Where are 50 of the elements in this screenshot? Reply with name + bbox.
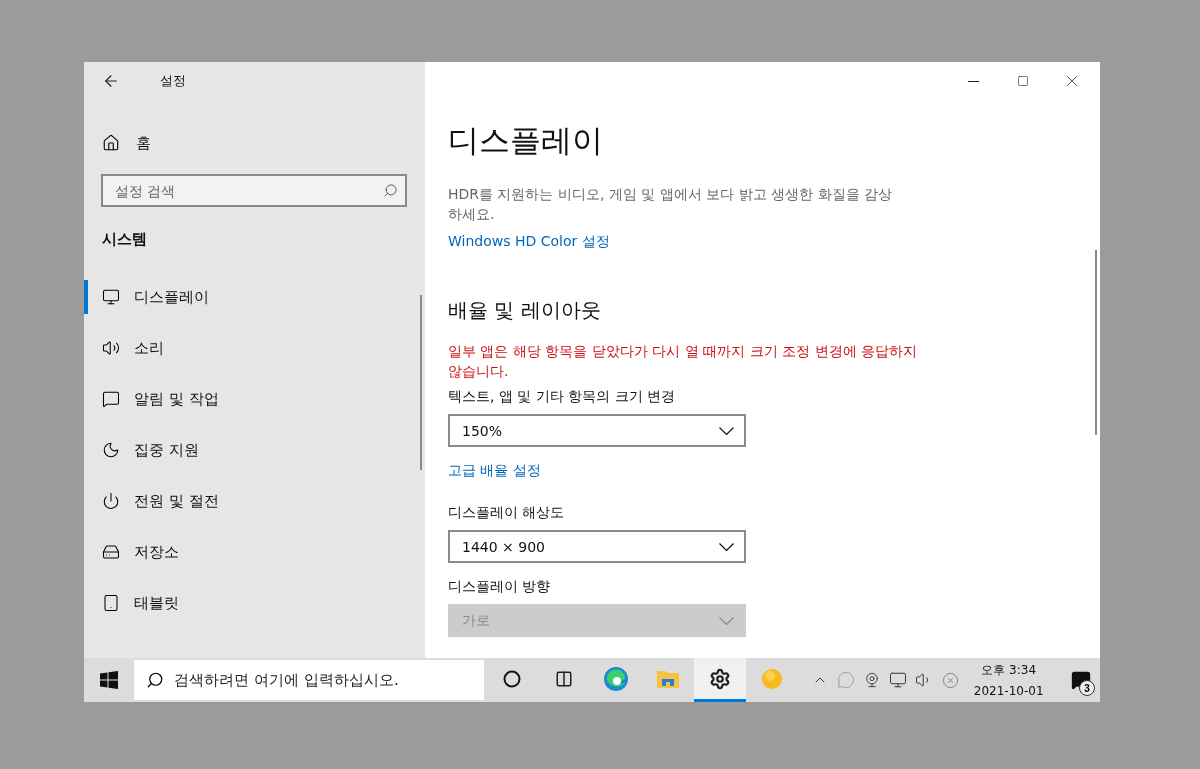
taskbar-search-field[interactable]: 검색하려면 여기에 입력하십시오. [134, 660, 485, 700]
notification-badge: 3 [1079, 680, 1095, 696]
section-heading: 배율 및 레이아웃 [448, 297, 602, 324]
sidebar-item-icon [102, 594, 120, 612]
window-title: 설정 [160, 72, 186, 90]
hdr-description: HDR를 지원하는 비디오, 게임 및 앱에서 보다 밝고 생생한 화질을 감상하세요. [448, 185, 893, 224]
section-heading: 시스템 [102, 229, 147, 249]
chevron-icon [719, 616, 734, 625]
clock-time: 오후 3:34 [981, 662, 1037, 679]
maximize-icon [1016, 75, 1029, 87]
search-icon [383, 183, 398, 198]
sidebar-item-icon [102, 288, 120, 306]
notification-button[interactable]: 3 [1061, 658, 1100, 702]
clock-date: 2021-10-01 [973, 684, 1044, 698]
minimize-icon [968, 80, 979, 82]
back-button[interactable] [102, 72, 120, 90]
sidebar-item[interactable]: 태블릿 [84, 586, 425, 620]
windows-logo-icon [100, 671, 119, 689]
warning-text: 일부 앱은 해당 항목을 닫았다가 다시 열 때까지 크기 조정 변경에 응답하지 않습니다. [448, 342, 918, 381]
browser-swirl-icon [603, 665, 630, 692]
sidebar-item-icon [102, 492, 120, 510]
sidebar-item-icon [102, 339, 120, 357]
sidebar-item-icon [102, 441, 120, 459]
sidebar-item[interactable]: 저장소 [84, 535, 425, 569]
sidebar-item[interactable]: 집중 지원 [84, 433, 425, 467]
sidebar-item-icon [102, 390, 120, 408]
dropdown[interactable]: 150% [448, 414, 746, 447]
sidebar-item-icon [102, 543, 120, 561]
chevron-icon [719, 426, 734, 435]
chevron-icon [719, 542, 734, 551]
search-field[interactable]: 설정 검색 [101, 174, 407, 207]
dropdown[interactable]: 1440 × 900 [448, 530, 746, 563]
setting-label: 텍스트, 앱 및 기타 항목의 크기 변경 [448, 387, 677, 406]
settings-icon [709, 667, 732, 690]
clock[interactable]: 오후 3:34 2021-10-01 [970, 662, 1048, 698]
setting-label: 디스플레이 해상도 [448, 503, 566, 522]
app-orb-icon [761, 667, 784, 690]
home-icon [102, 134, 120, 152]
sidebar-item[interactable]: 전원 및 절전 [84, 484, 425, 518]
task-view-icon [555, 669, 574, 688]
advanced-scaling-link[interactable]: 고급 배율 설정 [448, 460, 541, 480]
sidebar-item[interactable]: 소리 [84, 331, 425, 365]
search-icon [146, 671, 165, 689]
home-link[interactable]: 홈 [136, 133, 151, 153]
sidebar-item[interactable]: 알림 및 작업 [84, 382, 425, 416]
page-heading: 디스플레이 [448, 121, 604, 160]
hdr-settings-link[interactable]: Windows HD Color 설정 [448, 231, 610, 251]
cortana-circle-icon [503, 669, 522, 688]
setting-label: 디스플레이 방향 [448, 577, 552, 596]
taskbar-app-button[interactable] [694, 658, 747, 702]
